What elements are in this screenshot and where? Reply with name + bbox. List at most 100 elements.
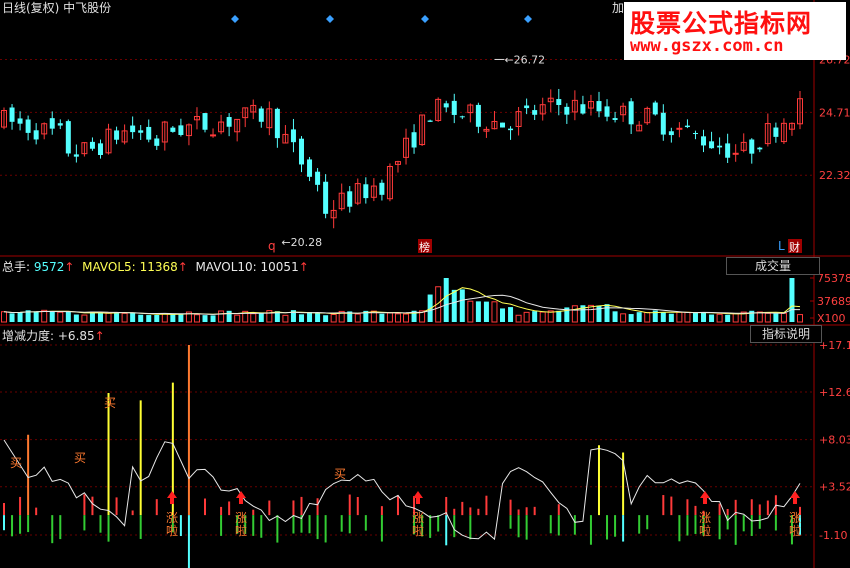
volume-bar [780,312,787,323]
indicator-help-button[interactable]: 指标说明 [750,325,822,343]
event-diamond-icon [231,15,239,23]
volume-bar [756,311,763,323]
volume-bar [354,313,361,323]
candle-body [524,105,530,109]
candle-body [749,139,755,154]
candle-body [114,130,120,140]
volume-bar [307,312,313,322]
volume-bar [1,311,7,323]
volume-bar [146,315,152,322]
rise-signal-label: 啦 [235,523,247,538]
volume-bar [684,311,691,323]
candle-body [451,100,457,115]
volume-bar [483,301,489,322]
rise-arrow-icon [700,491,710,504]
candle-body [9,107,15,122]
mavol-line [3,294,800,315]
candle-body [773,127,779,137]
candle-body [612,118,618,120]
indicator-name: 增减力度: [2,329,55,343]
volume-indicator-button[interactable]: 成交量 [726,257,820,275]
candle-body [290,129,296,143]
volume-bar [154,314,160,322]
event-marker-l: L [778,239,785,253]
volume-bar [403,313,410,323]
volume-bar [523,311,530,323]
candle-body [65,121,71,154]
mavol5-value: 11368 [139,260,178,274]
volume-bar [692,312,698,322]
up-arrow-icon: ↑ [94,329,105,343]
volume-bar [732,313,739,323]
rise-signal-label: 涨 [699,510,711,525]
volume-bar [250,313,257,323]
candle-body [138,130,144,133]
candle-body [97,143,103,155]
volume-bar [789,278,795,322]
volume-bar [500,308,506,322]
watermark-url: www.gszx.com.cn [630,36,784,56]
candle-body [580,104,586,114]
volume-bar [716,313,723,323]
chart-canvas[interactable]: 26.7224.7122.32←26.72←20.28q榜L财753783768… [0,0,850,568]
rise-signal-label: 涨 [235,510,247,525]
volume-bar [764,312,771,323]
up-arrow-icon: ↑ [177,260,188,274]
candle-body [443,103,449,108]
candle-body [73,154,79,157]
candle-body [202,113,208,130]
volume-bar [330,313,337,323]
volume-bar [121,312,128,323]
candle-body [49,118,55,129]
volume-bar [65,311,71,322]
indicator-value: +6.85 [57,329,95,343]
rise-signal-label: 啦 [166,523,178,538]
candle-body [628,101,634,125]
volume-bar [81,314,88,323]
volume-bar [394,313,401,323]
indicator-tick-label: +8.03 [819,434,850,447]
event-marker-bang: 榜 [419,240,430,254]
buy-signal-label: 买 [74,451,86,465]
volume-bar [515,314,522,323]
volume-bar [676,311,683,323]
candle-body [668,131,674,136]
candle-body [508,128,514,131]
watermark-title: 股票公式指标网 [630,9,813,38]
candle-body [459,116,465,118]
stock-chart-window: 26.7224.7122.32←26.72←20.28q榜L财753783768… [0,0,850,568]
volume-bar [636,312,642,322]
indicator-tick-label: +3.52 [819,481,850,494]
volume-bar [258,313,264,322]
volume-bar [202,315,208,322]
candle-body [210,134,217,137]
mavol10-label: MAVOL10: [195,260,257,274]
buy-signal-label: 买 [10,456,22,470]
volume-bar [114,312,120,322]
candle-body [25,119,31,133]
buy-signal-label: 买 [334,467,346,481]
rise-signal-label: 涨 [412,510,424,525]
volume-bar [282,314,289,323]
volume-bar [612,311,618,322]
volume-bar [773,313,779,322]
zoom-prefix: 加 [612,1,625,15]
volume-total-label: 总手: [2,260,31,274]
price-tick-label: 24.71 [819,106,850,119]
volume-bar [620,313,627,323]
volume-bar [73,314,79,322]
volume-bar [57,311,64,323]
volume-bar [130,312,136,322]
candle-body [323,181,329,214]
volume-bar [97,311,103,322]
candle-body [258,108,264,122]
candle-body [684,125,690,128]
candle-body [660,112,666,135]
volume-bar [386,312,393,323]
volume-bar [379,313,385,322]
volume-bar [556,310,562,322]
volume-bar [33,311,39,322]
candle-body [89,141,95,149]
rise-signal-label: 涨 [789,510,801,525]
candle-body [226,117,232,127]
